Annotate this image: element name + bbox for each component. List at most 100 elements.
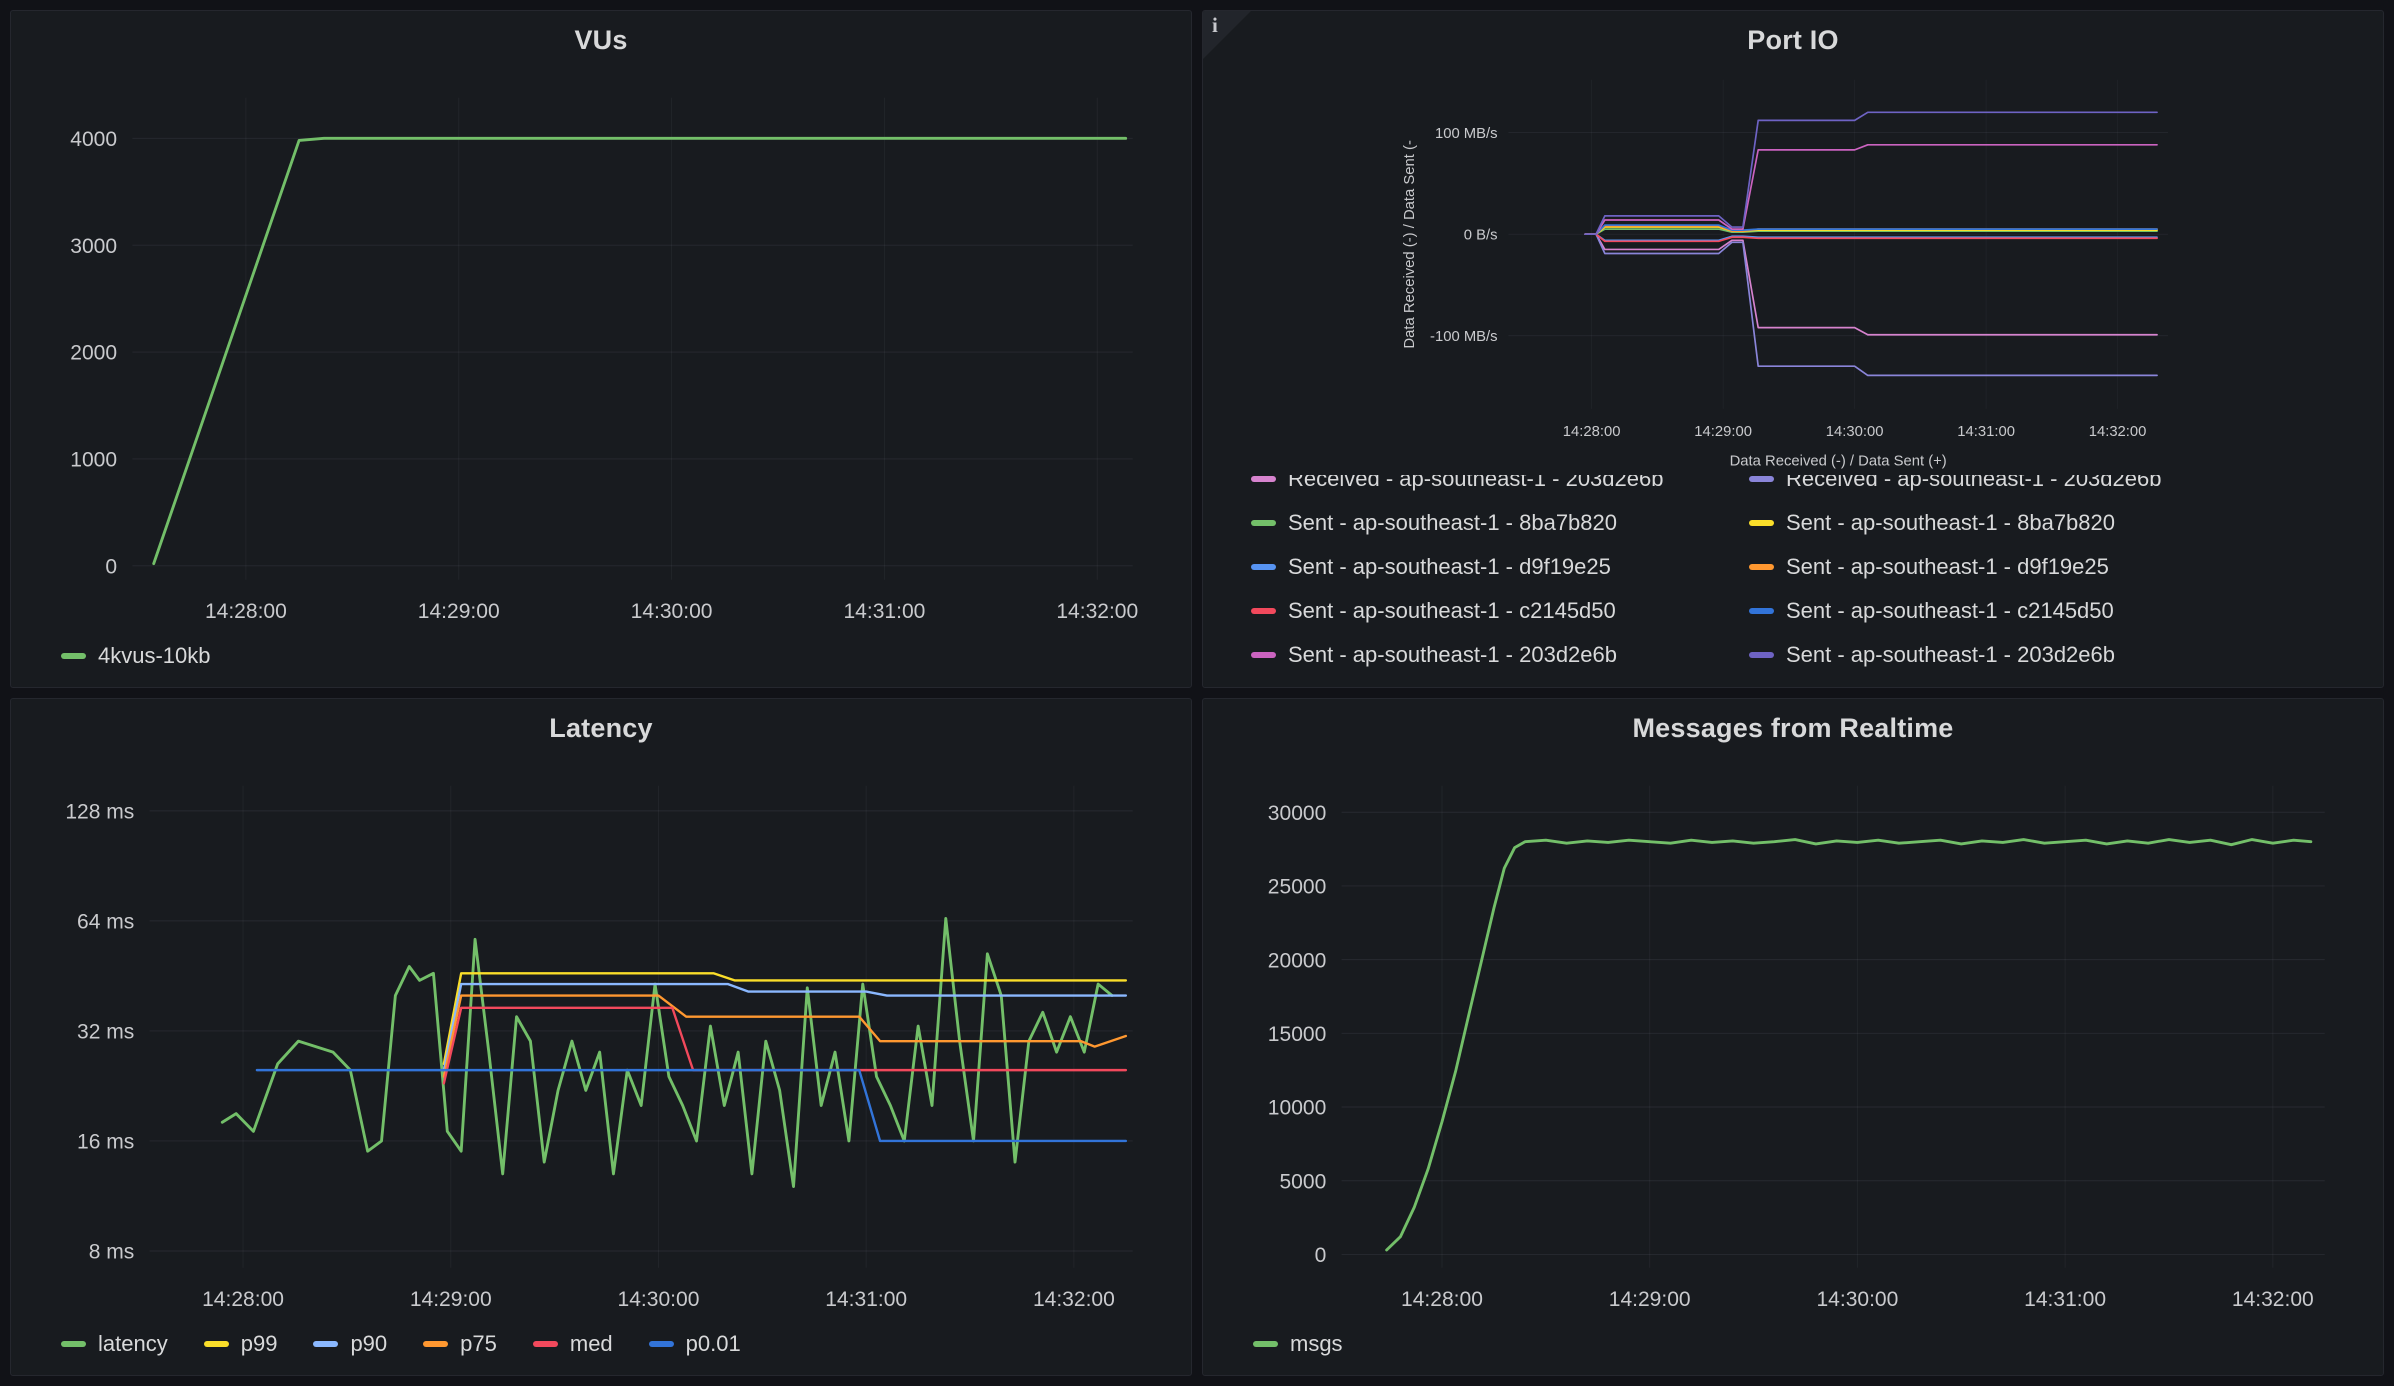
legend-color-marker	[1251, 476, 1276, 482]
panel-info-icon[interactable]: i	[1203, 11, 1251, 59]
y-tick-label: 4000	[70, 128, 117, 151]
legend-item[interactable]: latency	[61, 1331, 168, 1357]
series-line	[1585, 145, 2157, 234]
y-tick-label: 15000	[1268, 1023, 1326, 1046]
panel-title: Port IO	[1747, 25, 1838, 56]
grafana-dashboard: VUs 0100020003000400014:28:0014:29:0014:…	[0, 0, 2394, 1386]
messages-legend: msgs	[1203, 1327, 2383, 1375]
legend-item[interactable]: med	[533, 1331, 613, 1357]
legend-item[interactable]: Sent - ap-southeast-1 - c2145d50	[1749, 595, 2367, 627]
x-tick-label: 14:30:00	[1816, 1288, 1898, 1311]
legend-item[interactable]: 4kvus-10kb	[61, 643, 211, 669]
legend-item[interactable]: Sent - ap-southeast-1 - c2145d50	[1251, 595, 1729, 627]
panel-header-port-io[interactable]: Port IO	[1203, 11, 2383, 69]
x-tick-label: 14:28:00	[202, 1288, 284, 1311]
legend-series-label: p0.01	[686, 1331, 741, 1357]
vus-chart-svg: 0100020003000400014:28:0014:29:0014:30:0…	[11, 69, 1191, 639]
latency-legend: latency p99 p90 p75 med p0.01	[11, 1327, 1191, 1375]
legend-item[interactable]: p75	[423, 1331, 497, 1357]
legend-series-label: Sent - ap-southeast-1 - d9f19e25	[1786, 554, 2109, 580]
legend-item[interactable]: Sent - ap-southeast-1 - d9f19e25	[1251, 551, 1729, 583]
y-tick-label: -100 MB/s	[1430, 329, 1498, 345]
x-tick-label: 14:29:00	[1609, 1288, 1691, 1311]
x-axis-label: Data Received (-) / Data Sent (+)	[1730, 454, 1947, 470]
x-tick-label: 14:29:00	[1694, 424, 1752, 440]
legend-series-label: p99	[241, 1331, 278, 1357]
legend-color-marker	[61, 1341, 86, 1347]
legend-color-marker	[423, 1341, 448, 1347]
series-line	[444, 984, 1126, 1070]
x-tick-label: 14:28:00	[205, 600, 287, 623]
legend-item[interactable]: Sent - ap-southeast-1 - 203d2e6b	[1251, 639, 1729, 671]
messages-chart[interactable]: 05000100001500020000250003000014:28:0014…	[1203, 757, 2383, 1327]
series-line	[444, 973, 1126, 1064]
legend-series-label: msgs	[1290, 1331, 1343, 1357]
x-tick-label: 14:28:00	[1401, 1288, 1483, 1311]
y-tick-label: 30000	[1268, 802, 1326, 825]
legend-color-marker	[1253, 1341, 1278, 1347]
y-tick-label: 20000	[1268, 949, 1326, 972]
series-line	[1585, 234, 2157, 240]
x-tick-label: 14:29:00	[410, 1288, 492, 1311]
series-line	[1387, 840, 2311, 1250]
y-tick-label: 1000	[70, 449, 117, 472]
legend-series-label: Received - ap-southeast-1 - 203d2e6b	[1288, 475, 1663, 492]
y-tick-label: 64 ms	[77, 911, 134, 934]
legend-color-marker	[1749, 564, 1774, 570]
series-line	[154, 138, 1126, 563]
panel-port-io: i Port IO 100 MB/s0 B/s-100 MB/s14:28:00…	[1202, 10, 2384, 688]
legend-series-label: Sent - ap-southeast-1 - c2145d50	[1786, 598, 2114, 624]
legend-color-marker	[1251, 564, 1276, 570]
series-line	[1585, 234, 2157, 375]
legend-color-marker	[1749, 608, 1774, 614]
series-line	[1585, 227, 2157, 234]
legend-item[interactable]: Sent - ap-southeast-1 - 8ba7b820	[1251, 507, 1729, 539]
port-io-legend-grid: Received - ap-southeast-1 - 203d2e6b Rece…	[1251, 475, 2367, 671]
panel-vus: VUs 0100020003000400014:28:0014:29:0014:…	[10, 10, 1192, 688]
y-tick-label: 8 ms	[89, 1241, 135, 1264]
legend-item[interactable]: Sent - ap-southeast-1 - d9f19e25	[1749, 551, 2367, 583]
port-io-legend: Received - ap-southeast-1 - 203d2e6b Rece…	[1203, 475, 2383, 687]
legend-series-label: Sent - ap-southeast-1 - c2145d50	[1288, 598, 1616, 624]
legend-series-label: Sent - ap-southeast-1 - 8ba7b820	[1288, 510, 1617, 536]
legend-item[interactable]: p99	[204, 1331, 278, 1357]
series-line	[222, 918, 1112, 1186]
legend-item[interactable]: p0.01	[649, 1331, 741, 1357]
legend-series-label: p90	[350, 1331, 387, 1357]
x-tick-label: 14:30:00	[1826, 424, 1884, 440]
panel-messages: Messages from Realtime 05000100001500020…	[1202, 698, 2384, 1376]
legend-item[interactable]: Sent - ap-southeast-1 - 203d2e6b	[1749, 639, 2367, 671]
y-tick-label: 100 MB/s	[1435, 126, 1498, 142]
vus-chart[interactable]: 0100020003000400014:28:0014:29:0014:30:0…	[11, 69, 1191, 639]
legend-color-marker	[1251, 520, 1276, 526]
panel-header-messages[interactable]: Messages from Realtime	[1203, 699, 2383, 757]
panel-title: VUs	[574, 25, 627, 56]
series-line	[1585, 234, 2157, 335]
x-tick-label: 14:31:00	[1957, 424, 2015, 440]
x-tick-label: 14:32:00	[1056, 600, 1138, 623]
panel-header-latency[interactable]: Latency	[11, 699, 1191, 757]
legend-series-label: Received - ap-southeast-1 - 203d2e6b	[1786, 475, 2161, 492]
legend-item[interactable]: Received - ap-southeast-1 - 203d2e6b	[1749, 475, 2367, 495]
port-io-chart[interactable]: 100 MB/s0 B/s-100 MB/s14:28:0014:29:0014…	[1203, 69, 2383, 475]
legend-color-marker	[313, 1341, 338, 1347]
latency-chart[interactable]: 8 ms16 ms32 ms64 ms128 ms14:28:0014:29:0…	[11, 757, 1191, 1327]
legend-item[interactable]: Sent - ap-southeast-1 - 8ba7b820	[1749, 507, 2367, 539]
y-tick-label: 5000	[1279, 1170, 1326, 1193]
latency-chart-svg: 8 ms16 ms32 ms64 ms128 ms14:28:0014:29:0…	[11, 757, 1191, 1327]
x-tick-label: 14:32:00	[2089, 424, 2147, 440]
legend-item[interactable]: p90	[313, 1331, 387, 1357]
panel-header-vus[interactable]: VUs	[11, 11, 1191, 69]
legend-color-marker	[61, 653, 86, 659]
y-axis-label: Data Received (-) / Data Sent (-	[1402, 140, 1418, 349]
y-tick-label: 32 ms	[77, 1021, 134, 1044]
legend-color-marker	[1749, 476, 1774, 482]
legend-item[interactable]: msgs	[1253, 1331, 1343, 1357]
messages-chart-svg: 05000100001500020000250003000014:28:0014…	[1203, 757, 2383, 1327]
x-tick-label: 14:30:00	[618, 1288, 700, 1311]
legend-color-marker	[204, 1341, 229, 1347]
panel-title: Latency	[549, 713, 652, 744]
legend-item[interactable]: Received - ap-southeast-1 - 203d2e6b	[1251, 475, 1729, 495]
legend-series-label: med	[570, 1331, 613, 1357]
y-tick-label: 3000	[70, 235, 117, 258]
